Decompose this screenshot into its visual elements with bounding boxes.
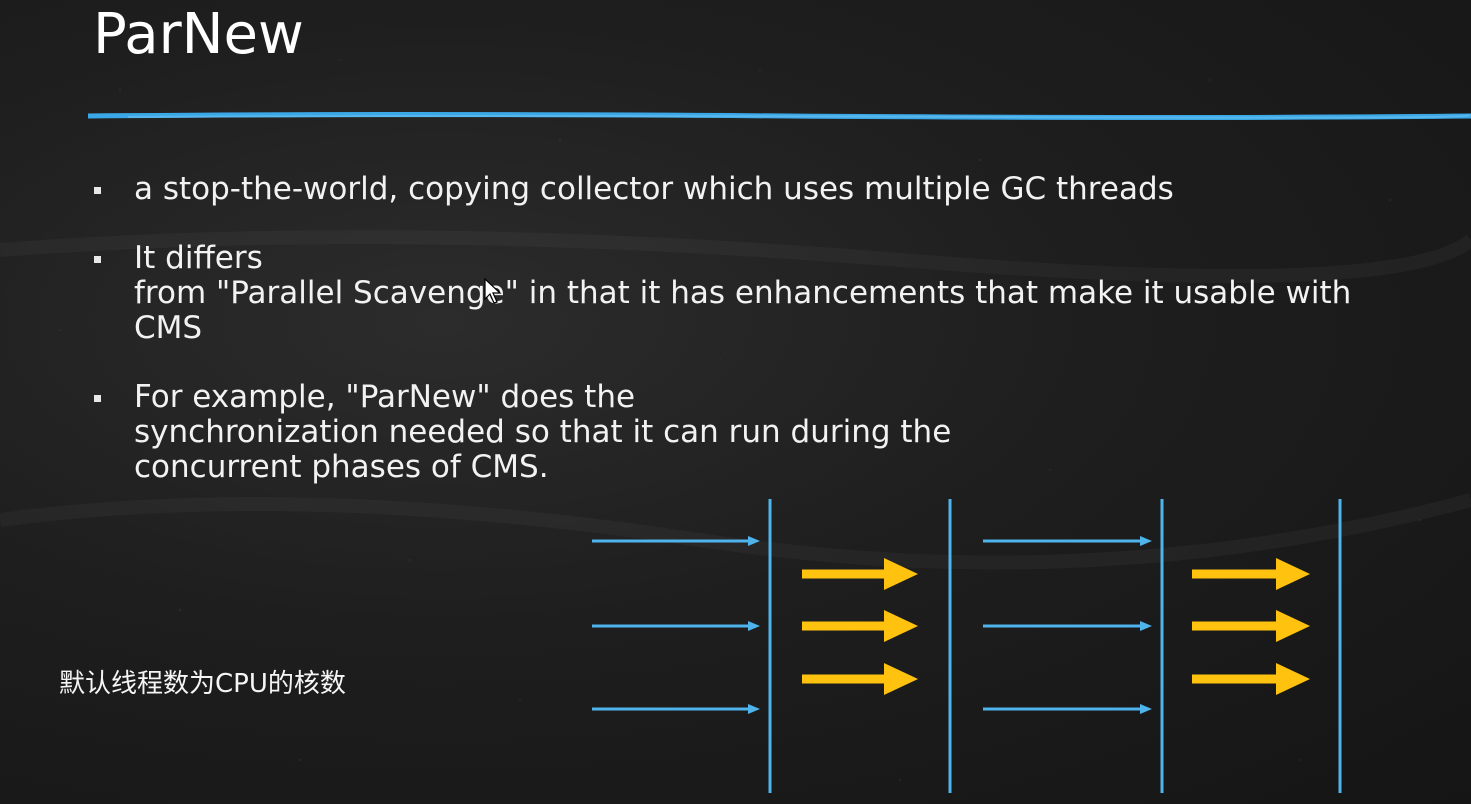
slide-title: ParNew xyxy=(93,2,304,67)
app-thread-arrowhead xyxy=(1140,704,1152,714)
bullet-text: from "Parallel Scavenge" in that it has … xyxy=(134,275,1352,311)
title-underline xyxy=(88,112,1471,120)
bullet-list: a stop-the-world, copying collector whic… xyxy=(93,172,1393,519)
bullet-item: a stop-the-world, copying collector whic… xyxy=(93,172,1393,207)
bullet-marker xyxy=(94,256,101,263)
bullet-item: For example, "ParNew" does the synchroni… xyxy=(93,380,1393,485)
footnote-text: 默认线程数为CPU的核数 xyxy=(59,669,346,699)
app-thread-arrowhead xyxy=(1140,621,1152,631)
gc-thread-arrowhead xyxy=(884,558,918,590)
mouse-cursor-icon xyxy=(484,278,502,304)
bullet-marker xyxy=(94,187,101,194)
gc-thread-diagram xyxy=(592,499,1342,793)
app-thread-arrowhead xyxy=(1140,536,1152,546)
bullet-item: It differs from "Parallel Scavenge" in t… xyxy=(93,241,1393,346)
app-thread-arrowhead xyxy=(748,536,760,546)
gc-thread-arrowhead xyxy=(1276,558,1310,590)
bullet-text: CMS xyxy=(134,310,203,346)
gc-thread-arrowhead xyxy=(1276,663,1310,695)
gc-thread-arrowhead xyxy=(1276,610,1310,642)
bullet-text: For example, "ParNew" does the xyxy=(134,379,636,415)
bullet-marker xyxy=(94,395,101,402)
app-thread-arrowhead xyxy=(748,704,760,714)
slide: ParNew a stop-the-world, copying collect… xyxy=(0,0,1471,804)
bullet-text: It differs xyxy=(134,240,263,276)
bullet-text: a stop-the-world, copying collector whic… xyxy=(134,171,1174,207)
bullet-text: concurrent phases of CMS. xyxy=(134,449,549,485)
app-thread-arrowhead xyxy=(748,621,760,631)
gc-thread-arrowhead xyxy=(884,610,918,642)
bullet-text: synchronization needed so that it can ru… xyxy=(134,414,952,450)
gc-thread-arrowhead xyxy=(884,663,918,695)
